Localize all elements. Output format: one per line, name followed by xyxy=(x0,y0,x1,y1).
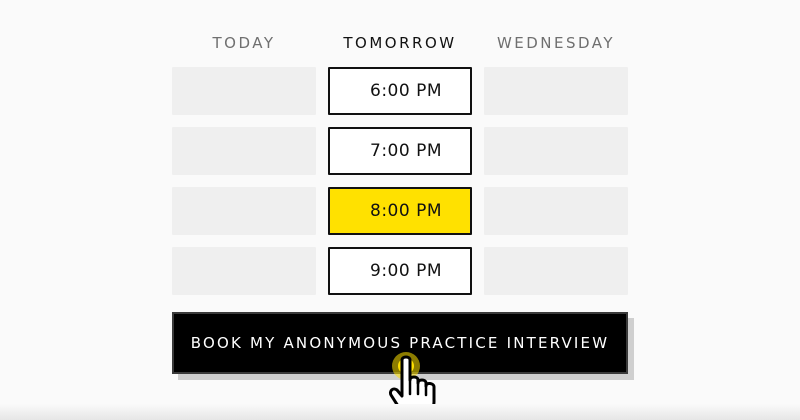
slot-wednesday-2 xyxy=(484,127,628,175)
time-slot-7pm[interactable]: 7:00 PM xyxy=(328,127,472,175)
slot-today-3 xyxy=(172,187,316,235)
day-header-tomorrow: TOMORROW xyxy=(343,34,457,52)
slot-today-2 xyxy=(172,127,316,175)
slot-today-4 xyxy=(172,247,316,295)
time-slot-8pm-selected[interactable]: 8:00 PM xyxy=(328,187,472,235)
bottom-edge xyxy=(0,404,800,420)
day-header-wednesday: WEDNESDAY xyxy=(496,34,616,52)
time-slot-9pm[interactable]: 9:00 PM xyxy=(328,247,472,295)
day-header-today: TODAY xyxy=(212,34,276,52)
slot-wednesday-4 xyxy=(484,247,628,295)
slot-today-1 xyxy=(172,67,316,115)
scheduler-page: TODAY TOMORROW WEDNESDAY 6:00 PM 7:00 PM… xyxy=(0,0,800,420)
slot-wednesday-1 xyxy=(484,67,628,115)
time-slot-6pm[interactable]: 6:00 PM xyxy=(328,67,472,115)
slot-wednesday-3 xyxy=(484,187,628,235)
